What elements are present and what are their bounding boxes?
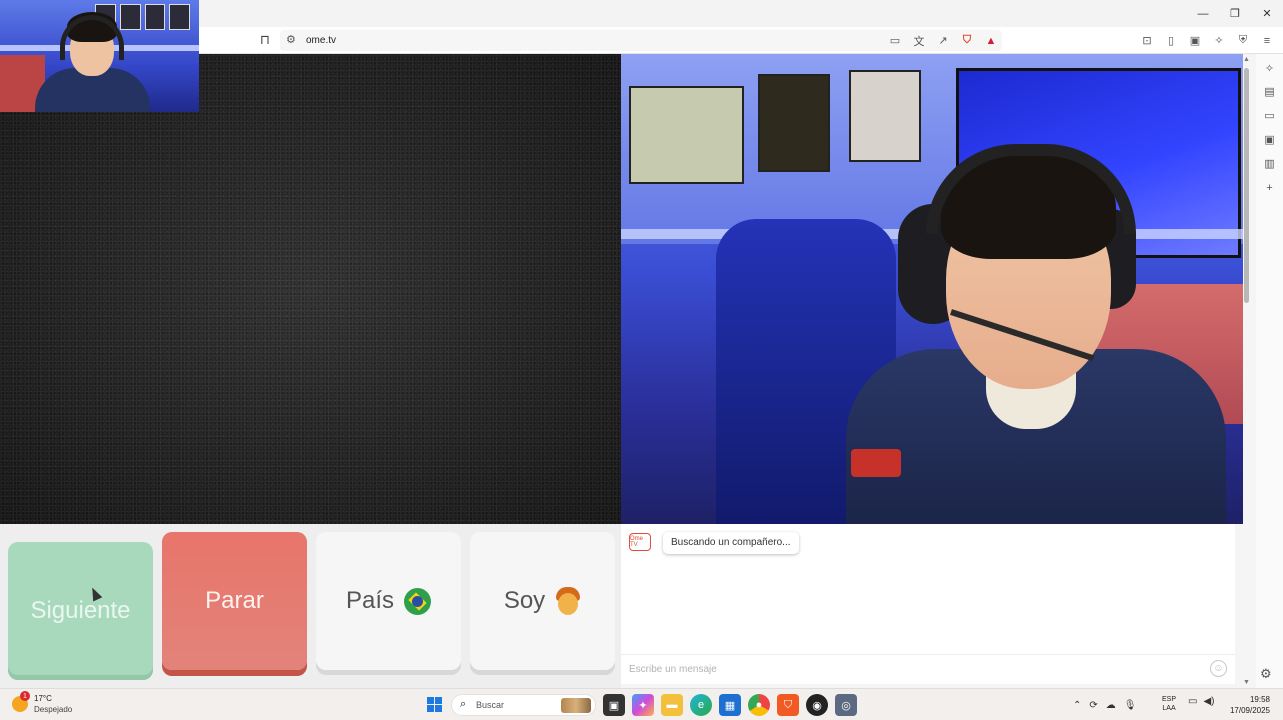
gender-button[interactable]: Soy: [470, 532, 615, 670]
camera-app-icon[interactable]: ◎: [835, 694, 857, 716]
onedrive-icon[interactable]: ☁: [1106, 700, 1116, 711]
language-indicator[interactable]: ESP LAA: [1162, 695, 1176, 713]
clock-date: 17/09/2025: [1229, 706, 1270, 715]
site-info-icon[interactable]: ⚙: [286, 33, 296, 48]
volume-icon[interactable]: ◀): [1203, 696, 1214, 707]
settings-gear-icon[interactable]: ⚙: [1260, 666, 1272, 682]
system-tray: ⌃ ⟳ ☁ 🎙: [1073, 695, 1136, 715]
language-line2: LAA: [1162, 705, 1176, 712]
taskbar-search[interactable]: ⌕ Buscar: [451, 694, 596, 716]
stop-button-label: Parar: [205, 587, 264, 614]
add-sidebar-icon[interactable]: +: [1260, 178, 1279, 197]
chat-panel: Ome TV Buscando un compañero... Escribe …: [621, 524, 1235, 684]
copilot-icon[interactable]: ✦: [632, 694, 654, 716]
translate-icon[interactable]: 文: [908, 31, 930, 50]
emoji-picker-icon[interactable]: ☺: [1210, 660, 1227, 677]
cast-icon[interactable]: ▭: [884, 31, 906, 50]
wallet-sidebar-icon[interactable]: ▣: [1260, 130, 1279, 149]
camera-headband: [926, 144, 1136, 234]
bookmark-icon[interactable]: ⊓: [258, 32, 272, 48]
boy-emoji-icon: [555, 587, 581, 615]
ometv-logo: Ome TV: [629, 533, 651, 551]
address-bar[interactable]: ⚙ ome.tv ▭ 文 ↗ ⛉ ▲: [280, 30, 1002, 51]
static-vignette: [0, 54, 621, 524]
task-view-icon[interactable]: ▣: [603, 694, 625, 716]
tray-overflow-icon[interactable]: ⌃: [1073, 700, 1081, 711]
microsoft-store-icon[interactable]: ▦: [719, 694, 741, 716]
scroll-down-icon[interactable]: ▼: [1243, 679, 1250, 686]
brazil-flag-icon: [404, 587, 432, 615]
edge-icon[interactable]: e: [690, 694, 712, 716]
window-controls: — ❐ ✕: [1187, 0, 1283, 27]
maximize-icon[interactable]: ❐: [1219, 0, 1251, 27]
taskbar-search-text: Buscar: [476, 700, 505, 710]
sync-icon[interactable]: ⟳: [1089, 700, 1097, 711]
page-scrollbar[interactable]: ▲ ▼: [1243, 56, 1251, 686]
clock-time: 19:58: [1249, 695, 1270, 704]
user-camera-video: [621, 54, 1243, 524]
weather-description[interactable]: Despejado: [34, 705, 72, 714]
taskbar-clock[interactable]: 19:58 17/09/2025: [1226, 694, 1270, 716]
next-button[interactable]: Siguiente: [8, 542, 153, 680]
wallet-icon[interactable]: ▣: [1185, 31, 1205, 50]
chat-input-placeholder[interactable]: Escribe un mensaje: [629, 664, 717, 675]
search-icon: ⌕: [460, 698, 467, 710]
chat-input[interactable]: Escribe un mensaje ☺: [621, 654, 1235, 684]
leo-ai-icon[interactable]: ✧: [1209, 31, 1229, 50]
windows-taskbar: 1 17°C Despejado ⌕ Buscar ▣ ✦ ▬ e ▦ ● ⛉ …: [0, 688, 1283, 720]
brave-shield-icon[interactable]: ⛉: [956, 31, 978, 50]
next-button-label: Siguiente: [30, 597, 131, 624]
file-explorer-icon[interactable]: ▬: [661, 694, 683, 716]
sidebar-toggle-icon[interactable]: ▯: [1161, 31, 1181, 50]
chrome-icon[interactable]: ●: [748, 694, 770, 716]
scroll-up-icon[interactable]: ▲: [1243, 56, 1250, 63]
control-panel: Siguiente Parar País Soy: [0, 524, 621, 688]
brave-rewards-icon[interactable]: ▲: [980, 31, 1002, 50]
weather-badge: 1: [20, 691, 30, 701]
windows-start-icon[interactable]: [427, 697, 442, 712]
chat-status-message: Buscando un compañero...: [663, 532, 799, 554]
country-button[interactable]: País: [316, 532, 461, 670]
leo-sidebar-icon[interactable]: ✧: [1260, 59, 1279, 78]
gender-button-label: Soy: [503, 587, 546, 614]
weather-temperature[interactable]: 17°C: [34, 694, 52, 703]
obs-icon[interactable]: ◉: [806, 694, 828, 716]
jacket-logo: [851, 449, 901, 477]
stop-button[interactable]: Parar: [162, 532, 307, 670]
video-sidebar-icon[interactable]: ▭: [1260, 106, 1279, 125]
vpn-icon[interactable]: ⛨: [1233, 31, 1253, 50]
screen: — ❐ ✕ ⊓ ⚙ ome.tv ▭ 文 ↗ ⛉ ▲ ⊡ ▯ ▣ ✧ ⛨ ≡ ▲…: [0, 0, 1283, 720]
network-icon[interactable]: ▭: [1188, 696, 1197, 707]
country-button-label: País: [345, 587, 395, 614]
system-icons: ▭ ◀): [1188, 696, 1214, 707]
brave-icon[interactable]: ⛉: [777, 694, 799, 716]
address-bar-actions: ▭ 文 ↗ ⛉ ▲: [884, 31, 1002, 50]
self-preview-video: [0, 0, 199, 112]
scroll-thumb[interactable]: [1244, 68, 1249, 303]
bookmarks-sidebar-icon[interactable]: ▤: [1260, 82, 1279, 101]
url-text[interactable]: ome.tv: [306, 33, 336, 48]
browser-right-tools: ⊡ ▯ ▣ ✧ ⛨ ≡: [1137, 31, 1277, 50]
share-icon[interactable]: ↗: [932, 31, 954, 50]
close-icon[interactable]: ✕: [1251, 0, 1283, 27]
reading-list-icon[interactable]: ▥: [1260, 154, 1279, 173]
camera-poster-1: [629, 86, 744, 184]
browser-side-rail: ✧ ▤ ▭ ▣ ▥ +: [1256, 54, 1283, 688]
search-highlight-image: [561, 698, 591, 713]
language-line1: ESP: [1162, 696, 1177, 703]
tab-search-icon[interactable]: ⊡: [1137, 31, 1157, 50]
menu-icon[interactable]: ≡: [1257, 31, 1277, 50]
minimize-icon[interactable]: —: [1187, 0, 1219, 27]
stranger-video-static: [0, 54, 621, 524]
taskbar-apps: ▣ ✦ ▬ e ▦ ● ⛉ ◉ ◎: [603, 694, 857, 716]
microphone-icon[interactable]: 🎙: [1124, 700, 1137, 711]
camera-poster-2: [758, 74, 830, 172]
